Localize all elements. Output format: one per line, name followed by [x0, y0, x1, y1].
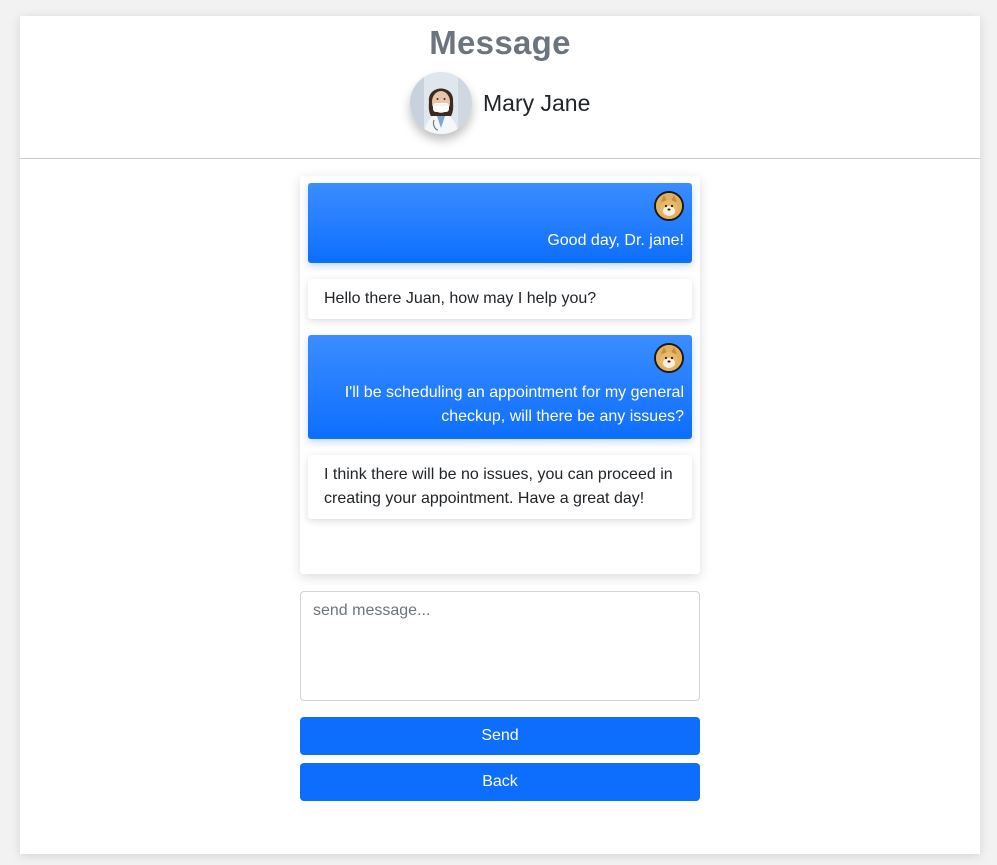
sent-message: Good day, Dr. jane! — [308, 183, 692, 263]
send-button[interactable]: Send — [300, 717, 700, 755]
doctor-avatar-icon — [410, 72, 472, 134]
message-header: Message Mary Jane — [20, 16, 980, 159]
page-title: Message — [429, 24, 571, 61]
message-text: Hello there Juan, how may I help you? — [324, 290, 597, 307]
message-text: I'll be scheduling an appointment for my… — [344, 384, 684, 425]
contact-name: Mary Jane — [483, 89, 591, 116]
received-message: I think there will be no issues, you can… — [308, 455, 692, 519]
message-text: I think there will be no issues, you can… — [324, 466, 673, 507]
contact-info: Mary Jane — [410, 71, 590, 135]
message-input[interactable] — [300, 591, 700, 701]
user-avatar-icon — [654, 191, 684, 221]
user-avatar-icon — [654, 343, 684, 373]
contact-avatar — [410, 72, 472, 134]
sent-message: I'll be scheduling an appointment for my… — [308, 335, 692, 439]
received-message: Hello there Juan, how may I help you? — [308, 279, 692, 319]
chat-window: Good day, Dr. jane! Hello there Juan, ho… — [300, 176, 700, 574]
message-card: Message Mary Jane Good day, Dr. jane! He… — [20, 16, 980, 854]
back-button[interactable]: Back — [300, 763, 700, 801]
message-text: Good day, Dr. jane! — [547, 232, 684, 249]
